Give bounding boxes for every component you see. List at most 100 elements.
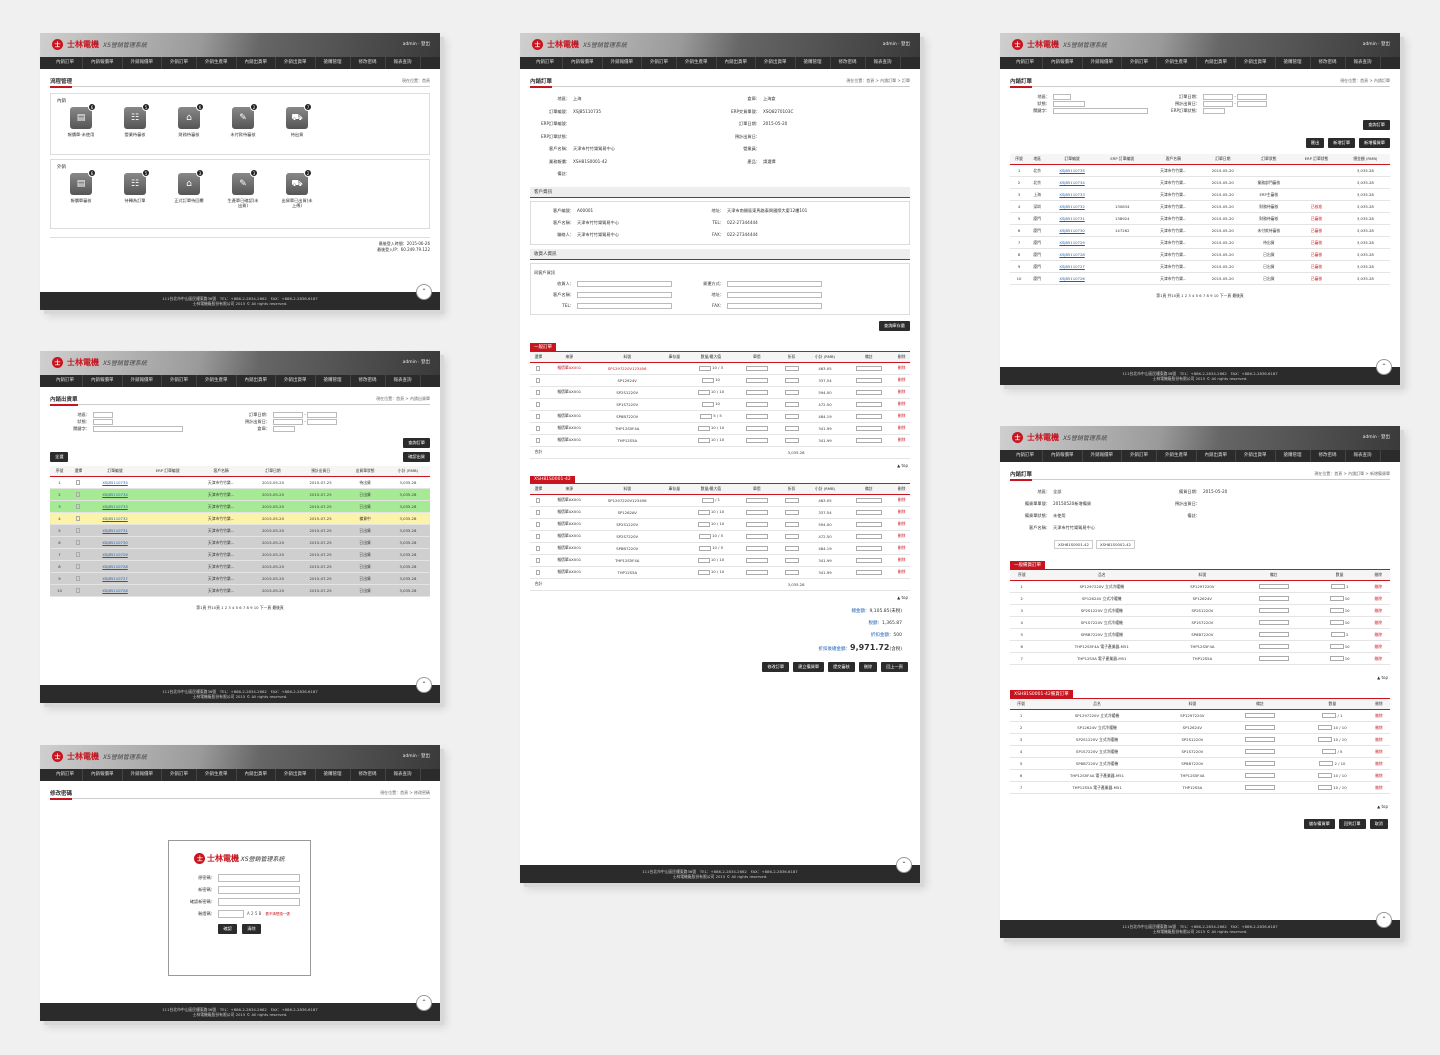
flow-shortcut[interactable]: ☷ 5 營業待審核 [119, 103, 151, 137]
note-input[interactable] [855, 413, 882, 419]
qty-input[interactable] [697, 557, 710, 563]
table-row[interactable]: 1 XSJ85110735 天津市竹竹樂... 2015-05-20 2015-07-2… [50, 476, 430, 489]
note-input[interactable] [1258, 584, 1289, 590]
qty-input[interactable] [1330, 632, 1345, 638]
order-link[interactable]: XSJ85110730 [87, 536, 143, 549]
order-link[interactable]: XSJ85110733 [87, 500, 143, 513]
nav-item[interactable]: 內銷訂單 [1008, 57, 1043, 69]
scroll-top-button[interactable]: ⌃ [1376, 912, 1392, 928]
delete-link[interactable]: 刪除 [893, 566, 910, 579]
nav-item[interactable]: 修改密碼 [1311, 57, 1346, 69]
order-link[interactable]: XSJ85110734 [87, 488, 143, 501]
table-row[interactable]: 9 廈門 XSJ85110727 天津市竹竹樂... 2015-05-20 已出貨 已審核 3… [1010, 260, 1390, 273]
action-button[interactable]: 取消 [1369, 819, 1388, 829]
row-checkbox[interactable] [536, 365, 541, 371]
flow-shortcut[interactable]: ⌂ 6 財務待審核 [173, 103, 205, 137]
price-input[interactable] [745, 401, 768, 407]
delete-link[interactable]: 刪除 [893, 494, 910, 507]
table-row[interactable]: 1 SP1297220V 立式冷暖機 SP1297220V / 1 刪除 [1010, 709, 1390, 722]
delete-link[interactable]: 刪除 [893, 422, 910, 435]
discount-input[interactable] [784, 569, 799, 575]
delete-link[interactable]: 刪除 [893, 374, 910, 387]
clear-button[interactable]: 清除 [242, 924, 261, 934]
action-button[interactable]: 修改訂單 [762, 661, 790, 672]
flow-shortcut[interactable]: ⛟ 2 出貨單已出貨(未上傳) [281, 169, 313, 208]
table-row[interactable]: 4 XSJ85110732 天津市竹竹樂... 2015-05-20 2015-07-2… [50, 512, 430, 525]
note-input[interactable] [1244, 773, 1275, 779]
nav-item[interactable]: 外銷生產單 [1157, 450, 1197, 462]
row-checkbox[interactable] [536, 509, 541, 515]
table-row[interactable]: 報價單AX001SP1297220V123456 / 1 463.0509 13… [530, 494, 910, 507]
nav-item[interactable]: 搶購管理 [796, 57, 831, 69]
row-checkbox[interactable] [536, 425, 541, 431]
row-checkbox[interactable] [536, 533, 541, 539]
note-input[interactable] [855, 497, 882, 503]
price-input[interactable] [745, 557, 768, 563]
discount-input[interactable] [784, 557, 799, 563]
note-input[interactable] [855, 545, 882, 551]
delete-link[interactable]: 刪除 [893, 506, 910, 519]
table-row[interactable]: 1 北京 XSJ85110735 天津市竹竹樂... 2015-05-20 3,035.2… [1010, 164, 1390, 177]
table-row[interactable]: 4 SP1S7220V 立式冷暖機 SP1S7220V / 5 刪除 [1010, 745, 1390, 758]
qty-input[interactable] [1329, 620, 1344, 626]
table-row[interactable]: 報價單AX001THP12S5F4A 10 / 10 34.1991 341.9… [530, 554, 910, 567]
receiver-field[interactable] [577, 302, 672, 309]
table-row[interactable]: 報價單AX001SP1297220V123456 10 / 3 463.0509… [530, 362, 910, 375]
note-input[interactable] [1244, 749, 1275, 755]
action-button[interactable]: 回上一頁 [881, 661, 908, 672]
price-input[interactable] [745, 377, 768, 383]
user-menu[interactable]: admin · 登出 [403, 753, 430, 759]
table-row[interactable]: 6 XSJ85110730 天津市竹竹樂... 2015-05-20 2015-07-2… [50, 536, 430, 549]
discount-input[interactable] [784, 389, 799, 395]
order-link[interactable]: XSJ85110732 [87, 512, 143, 525]
row-checkbox[interactable] [536, 437, 541, 443]
nav-item[interactable]: 內銷出貨單 [237, 375, 276, 387]
qty-input[interactable] [1329, 608, 1344, 614]
nav-item[interactable]: 報表查詢 [386, 769, 421, 781]
note-input[interactable] [1258, 656, 1289, 662]
warehouse-select[interactable] [273, 426, 295, 432]
nav-item[interactable]: 搶購管理 [316, 57, 351, 69]
delete-link[interactable]: 刪除 [893, 434, 910, 447]
flow-shortcut[interactable]: ▤ 6 報價單-未使用 [65, 103, 97, 137]
delete-link[interactable]: 刪除 [1366, 628, 1390, 641]
brand-logo[interactable]: 士 士林電機 XS營銷管理系統 [52, 39, 147, 50]
price-input[interactable] [745, 545, 768, 551]
breadcrumb[interactable]: 現在位置：首頁 > 內銷訂單 > 訂單 [846, 78, 910, 84]
row-checkbox[interactable] [536, 521, 541, 527]
user-menu[interactable]: admin · 登出 [883, 41, 910, 47]
price-input[interactable] [745, 509, 768, 515]
order-link[interactable]: XSJ85110726 [87, 584, 143, 597]
qty-input[interactable] [701, 377, 714, 383]
same-as-customer-checkbox[interactable]: 同客戶資訊 [534, 267, 906, 278]
qty-input[interactable] [1318, 773, 1333, 779]
delete-link[interactable]: 刪除 [1367, 781, 1390, 794]
note-input[interactable] [1244, 785, 1275, 791]
delete-link[interactable]: 刪除 [893, 398, 910, 411]
nav-item[interactable]: 內銷訂單 [48, 375, 83, 387]
table-row[interactable]: 7 XSJ85110729 天津市竹竹樂... 2015-05-20 2015-07-2… [50, 548, 430, 561]
nav-item[interactable]: 內銷出貨單 [237, 57, 276, 69]
nav-item[interactable]: 外銷報價單 [1083, 450, 1122, 462]
delete-link[interactable]: 刪除 [1366, 640, 1390, 653]
table-row[interactable]: 5 XSJ85110731 天津市竹竹樂... 2015-05-20 2015-07-2… [50, 524, 430, 537]
row-checkbox[interactable] [76, 492, 81, 498]
order-link[interactable]: XSJ85110731 [87, 524, 143, 537]
note-input[interactable] [1244, 725, 1275, 731]
qty-input[interactable] [697, 437, 710, 443]
confirm-button[interactable]: 確認 [218, 924, 237, 934]
qty-input[interactable] [1322, 749, 1337, 755]
action-button[interactable]: 建立備貨單 [793, 661, 825, 672]
table-row[interactable]: 1 SP1297220V 立式冷暖機 SP1297220V 1 刪除 [1010, 580, 1390, 593]
scroll-top-button[interactable]: ⌃ [416, 677, 432, 693]
password-field[interactable] [218, 886, 300, 894]
discount-input[interactable] [784, 413, 799, 419]
row-checkbox[interactable] [536, 377, 541, 383]
user-menu[interactable]: admin · 登出 [403, 41, 430, 47]
delete-link[interactable]: 刪除 [1367, 721, 1390, 734]
pagination[interactable]: 第1頁 共10頁 1 2 3 4 5 6 7 8 9 10 下一頁 最後頁 [1000, 293, 1400, 299]
quote-tag[interactable]: XSH81S0001-42 [1054, 540, 1093, 549]
order-link[interactable]: XSJ85110729 [87, 548, 143, 561]
note-input[interactable] [1258, 596, 1289, 602]
table-row[interactable]: 5 SP8B7220V 立式冷暖機 SP8B7220V 2 / 10 刪除 [1010, 757, 1390, 770]
